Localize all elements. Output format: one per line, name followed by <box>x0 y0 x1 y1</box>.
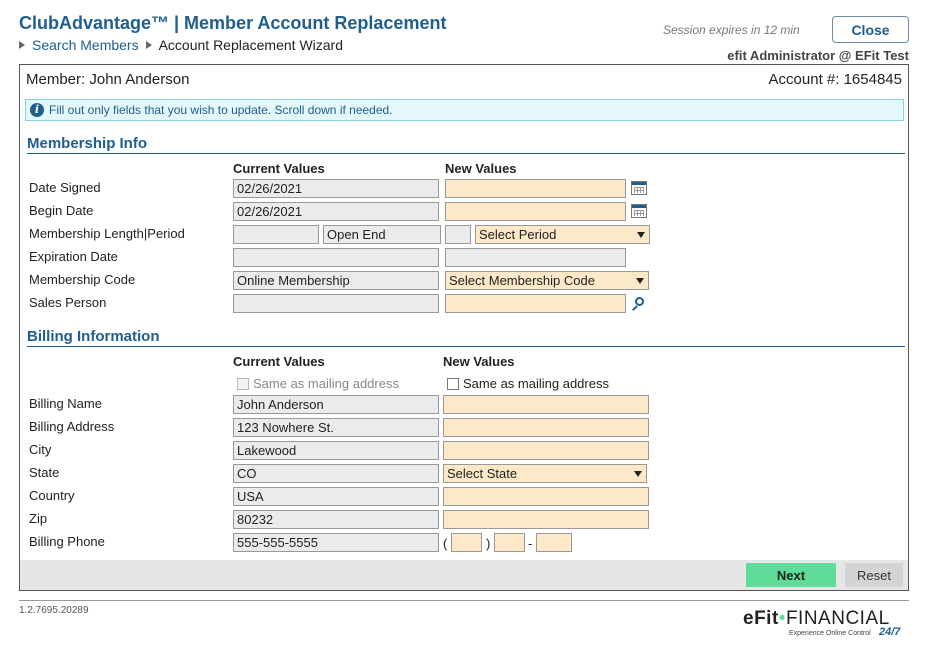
current-expiration-date <box>233 248 439 267</box>
current-length <box>233 225 319 244</box>
current-begin-date <box>233 202 439 221</box>
state-select[interactable]: Select State <box>443 464 647 483</box>
current-billing-name <box>233 395 439 414</box>
new-billing-name-input[interactable] <box>443 395 649 414</box>
label-length-period: Membership Length|Period <box>29 226 185 241</box>
bottom-divider <box>19 600 909 601</box>
label-expiration-date: Expiration Date <box>29 249 118 264</box>
label-date-signed: Date Signed <box>29 180 101 195</box>
period-select[interactable]: Select Period <box>475 225 650 244</box>
calendar-icon[interactable] <box>631 204 647 218</box>
label-begin-date: Begin Date <box>29 203 94 218</box>
new-same-as-mailing[interactable]: Same as mailing address <box>447 376 609 391</box>
current-same-as-mailing: Same as mailing address <box>237 376 399 391</box>
breadcrumb-arrow-icon <box>145 41 152 49</box>
current-country <box>233 487 439 506</box>
label-sales-person: Sales Person <box>29 295 107 310</box>
label-billing-phone: Billing Phone <box>29 534 105 549</box>
disabled-checkbox <box>237 377 249 390</box>
current-billing-phone <box>233 533 439 552</box>
phone-open-paren: ( <box>443 536 448 551</box>
label-state: State <box>29 465 60 480</box>
current-date-signed <box>233 179 439 198</box>
logo-dot: • <box>778 608 786 629</box>
calendar-icon[interactable] <box>631 181 647 195</box>
breadcrumb-arrow-icon <box>19 41 25 49</box>
breadcrumb: Search Members Account Replacement Wizar… <box>19 37 343 53</box>
current-city <box>233 441 439 460</box>
next-button[interactable]: Next <box>746 563 836 587</box>
close-button[interactable]: Close <box>832 16 909 43</box>
logo-efit: eFit <box>743 608 779 629</box>
account-number: Account #: 1654845 <box>768 71 902 88</box>
logo-24-7: 24/7 <box>879 626 901 638</box>
new-city-input[interactable] <box>443 441 649 460</box>
wizard-panel: Member: John Anderson Account #: 1654845… <box>19 64 909 591</box>
new-phone-area-input[interactable] <box>451 533 482 552</box>
user-info: efit Administrator @ EFit Test <box>727 48 909 63</box>
membership-code-select[interactable]: Select Membership Code <box>445 271 649 290</box>
logo-financial: FINANCIAL <box>785 608 890 629</box>
label-country: Country <box>29 488 75 503</box>
membership-new-header: New Values <box>445 161 517 176</box>
phone-close-paren: ) <box>486 536 491 551</box>
current-state <box>233 464 439 483</box>
version-number: 1.2.7695.20289 <box>19 605 89 616</box>
current-period <box>323 225 441 244</box>
current-sales-person <box>233 294 439 313</box>
new-billing-address-input[interactable] <box>443 418 649 437</box>
membership-current-header: Current Values <box>233 161 325 176</box>
info-text: Fill out only fields that you wish to up… <box>49 103 393 117</box>
chevron-down-icon <box>634 471 642 477</box>
chevron-down-icon <box>637 232 645 238</box>
new-phone-prefix-input[interactable] <box>494 533 525 552</box>
label-membership-code: Membership Code <box>29 272 136 287</box>
billing-current-header: Current Values <box>233 354 325 369</box>
current-billing-address <box>233 418 439 437</box>
new-date-signed-input[interactable] <box>445 179 626 198</box>
current-membership-code <box>233 271 439 290</box>
same-as-mailing-checkbox[interactable] <box>447 377 459 390</box>
chevron-down-icon <box>636 278 644 284</box>
label-zip: Zip <box>29 511 48 526</box>
efit-financial-logo: eFit•FINANCIAL Experience Online Control… <box>743 608 908 644</box>
footer-actions: Next Reset <box>20 560 908 590</box>
current-zip <box>233 510 439 529</box>
panel-header: Member: John Anderson Account #: 1654845 <box>20 65 908 93</box>
new-zip-input[interactable] <box>443 510 649 529</box>
info-bar: i Fill out only fields that you wish to … <box>25 99 904 121</box>
same-as-mailing-label: Same as mailing address <box>463 376 609 391</box>
billing-section-title: Billing Information <box>27 328 160 345</box>
membership-section-rule <box>27 153 905 154</box>
session-timer: Session expires in 12 min <box>663 23 800 37</box>
new-country-input[interactable] <box>443 487 649 506</box>
member-name: Member: John Anderson <box>26 71 190 88</box>
billing-section-rule <box>27 346 905 347</box>
label-city: City <box>29 442 52 457</box>
info-icon: i <box>30 103 44 117</box>
app-title: ClubAdvantage™ | Member Account Replacem… <box>19 13 447 33</box>
same-as-mailing-label: Same as mailing address <box>253 376 399 391</box>
billing-new-header: New Values <box>443 354 515 369</box>
new-begin-date-input[interactable] <box>445 202 626 221</box>
state-select-value: Select State <box>447 466 518 481</box>
reset-button[interactable]: Reset <box>845 563 903 587</box>
search-icon[interactable] <box>631 297 645 311</box>
new-sales-person-input[interactable] <box>445 294 626 313</box>
breadcrumb-search-members-link[interactable]: Search Members <box>32 37 139 53</box>
logo-tagline: Experience Online Control <box>789 630 871 637</box>
membership-code-select-value: Select Membership Code <box>449 273 595 288</box>
new-phone-line-input[interactable] <box>536 533 572 552</box>
membership-section-title: Membership Info <box>27 135 148 152</box>
label-billing-address: Billing Address <box>29 419 115 434</box>
phone-dash: - <box>528 536 533 551</box>
new-length-input[interactable] <box>445 225 471 244</box>
breadcrumb-current: Account Replacement Wizard <box>158 37 344 53</box>
period-select-value: Select Period <box>479 227 557 242</box>
new-expiration-date-input[interactable] <box>445 248 626 267</box>
label-billing-name: Billing Name <box>29 396 102 411</box>
